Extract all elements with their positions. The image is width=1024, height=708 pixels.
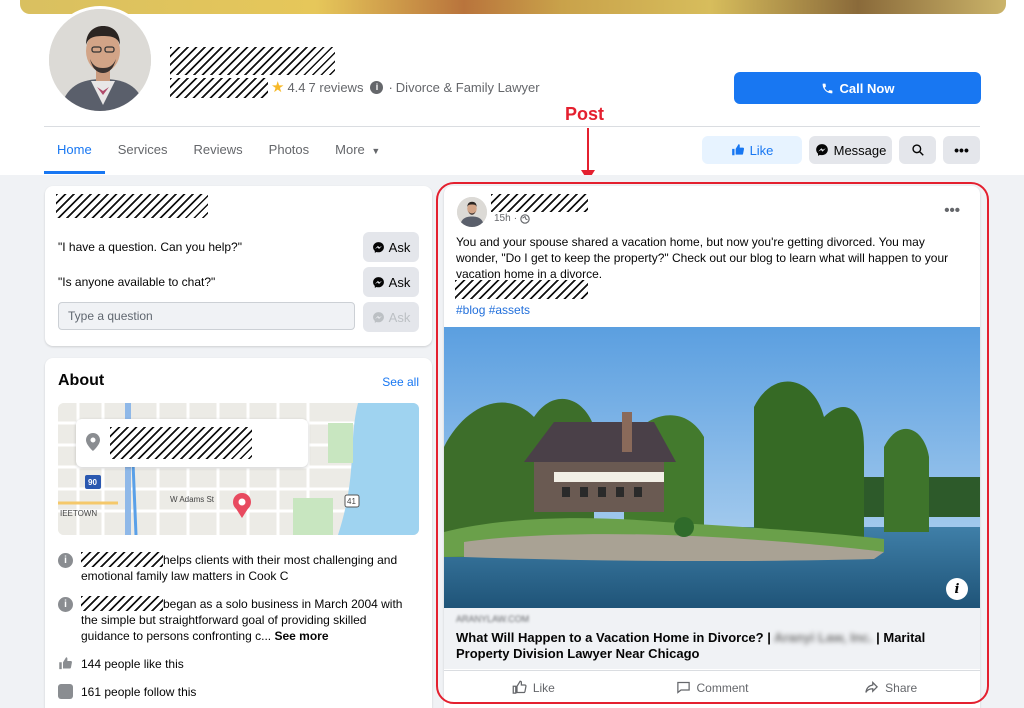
page-rating-line: ★ 4.4 7 reviews i · Divorce & Family Law… — [271, 78, 540, 96]
tab-reviews[interactable]: Reviews — [181, 130, 256, 174]
follows-count: 161 people follow this — [81, 685, 197, 699]
page-name-redacted — [170, 47, 335, 75]
location-map[interactable]: 90 41 W Adams St IEETOWN — [58, 403, 419, 535]
location-pin-icon — [86, 433, 100, 451]
tab-services[interactable]: Services — [105, 130, 181, 174]
ask-title-redacted — [56, 194, 208, 218]
message-label: Message — [833, 142, 887, 158]
info-icon: i — [58, 553, 73, 568]
about-card: About See all 90 41 W Adams St IEETOWN i… — [45, 358, 432, 708]
about-description-2-text: began as a solo business in March 2004 w… — [81, 596, 413, 644]
name-redacted — [81, 596, 163, 611]
messenger-icon — [372, 241, 384, 253]
likes-count: 144 people like this — [81, 657, 184, 671]
about-description-2: i began as a solo business in March 2004… — [58, 596, 413, 644]
question-input[interactable] — [58, 302, 355, 330]
thumbs-up-icon — [59, 657, 72, 670]
messenger-icon — [372, 311, 384, 323]
search-button[interactable] — [899, 136, 936, 164]
likes-stat: 144 people like this — [58, 656, 413, 672]
suggested-question-1: "I have a question. Can you help?" — [58, 240, 242, 254]
ellipsis-icon: ••• — [954, 142, 969, 158]
ask-button-1[interactable]: Ask — [363, 232, 419, 262]
street-label: W Adams St — [170, 495, 215, 504]
highway-41-label: 41 — [347, 497, 356, 506]
category-separator: · — [388, 79, 393, 95]
rating-value: 4.4 — [287, 79, 306, 95]
suggested-question-2: "Is anyone available to chat?" — [58, 275, 216, 289]
name-redacted — [81, 552, 163, 567]
address-redacted — [110, 427, 252, 459]
about-description-1: i helps clients with their most challeng… — [58, 552, 413, 584]
call-now-button[interactable]: Call Now — [734, 72, 981, 104]
call-now-label: Call Now — [839, 80, 895, 96]
follows-stat: 161 people follow this — [58, 684, 413, 700]
annotation-arrow — [587, 128, 589, 172]
tab-more-label: More — [335, 142, 365, 157]
cover-photo — [20, 0, 1006, 14]
post-highlight-outline — [436, 182, 989, 704]
page-category: Divorce & Family Lawyer — [395, 79, 540, 95]
like-page-button[interactable]: Like — [702, 136, 802, 164]
see-all-link[interactable]: See all — [382, 375, 419, 389]
area-label: IEETOWN — [60, 509, 98, 518]
reviews-link[interactable]: 7 reviews — [309, 80, 364, 95]
about-description-1-text: helps clients with their most challengin… — [81, 552, 413, 584]
phone-icon — [822, 83, 832, 93]
thumbs-up-icon — [731, 144, 744, 156]
messenger-icon — [815, 144, 828, 156]
search-icon — [911, 144, 924, 156]
tab-photos[interactable]: Photos — [256, 130, 322, 174]
ask-button-2[interactable]: Ask — [363, 267, 419, 297]
like-page-label: Like — [749, 142, 774, 158]
tab-home[interactable]: Home — [44, 130, 105, 174]
about-title: About — [58, 372, 105, 389]
see-more-link[interactable]: See more — [274, 629, 328, 643]
ask-label: Ask — [388, 309, 411, 325]
page-subtitle-redacted — [170, 78, 268, 98]
ask-question-card: "I have a question. Can you help?" Ask "… — [45, 186, 432, 346]
message-button[interactable]: Message — [809, 136, 892, 164]
star-icon: ★ — [271, 79, 285, 96]
info-icon[interactable]: i — [370, 80, 384, 94]
follow-check-icon — [58, 684, 73, 699]
ask-label: Ask — [388, 239, 411, 255]
ask-button-disabled[interactable]: Ask — [363, 302, 419, 332]
map-address-card — [76, 419, 308, 467]
post-annotation-label: Post — [565, 104, 605, 124]
messenger-icon — [372, 276, 384, 288]
highway-90-label: 90 — [88, 478, 97, 487]
profile-avatar[interactable] — [46, 6, 154, 114]
caret-down-icon: ▼ — [371, 146, 381, 156]
page-tabs: Home Services Reviews Photos More ▼ — [44, 130, 393, 174]
header-divider — [44, 126, 980, 127]
ask-label: Ask — [388, 274, 411, 290]
info-icon: i — [58, 597, 73, 612]
tab-more[interactable]: More ▼ — [322, 130, 393, 174]
more-options-button[interactable]: ••• — [943, 136, 980, 164]
